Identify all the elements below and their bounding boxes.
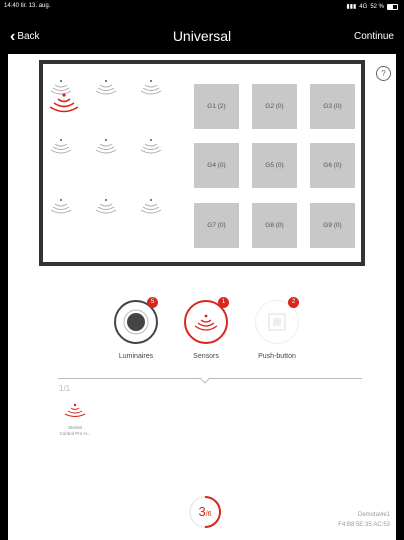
- status-time: 14:40 tir. 13. aug.: [4, 3, 51, 9]
- push-button-label: Push-button: [258, 353, 296, 360]
- sensor-icon[interactable]: [50, 138, 72, 154]
- sensor-icon[interactable]: [95, 138, 117, 154]
- device-info-name: Demotavle1: [357, 512, 390, 518]
- page-indicator: 1/1: [59, 384, 71, 393]
- sensor-icon[interactable]: [95, 79, 117, 95]
- signal-icon: ▮▮▮: [346, 4, 357, 10]
- group-tile-g2[interactable]: G2 (0): [252, 84, 297, 129]
- group-tile-g4[interactable]: G4 (0): [194, 143, 239, 188]
- help-button[interactable]: ?: [376, 66, 391, 81]
- group-tile-g8[interactable]: G8 (0): [252, 203, 297, 248]
- luminaires-label: Luminaires: [118, 353, 154, 360]
- sensor-icon[interactable]: [140, 198, 162, 214]
- luminaire-icon: [123, 309, 149, 335]
- sensor-icon[interactable]: [140, 138, 162, 154]
- sensors-label: Sensors: [193, 353, 219, 360]
- sensor-icon: [64, 403, 86, 417]
- sensor-icon: [194, 314, 218, 331]
- selection-pointer: [199, 372, 211, 384]
- push-button-count-badge: 2: [288, 297, 299, 308]
- sensor-selected-icon[interactable]: [49, 92, 79, 114]
- device-name-line2: Control Pro H...: [59, 431, 91, 436]
- navigation-bar: ‹ Back Universal Continue: [0, 14, 404, 54]
- step-counter: 3/6: [198, 504, 212, 519]
- battery-icon: [387, 3, 398, 10]
- group-tile-g3[interactable]: G3 (0): [310, 84, 355, 129]
- layout-frame: G1 (2) G2 (0) G3 (0) G4 (0) G5 (0) G6 (0…: [39, 60, 365, 266]
- network-type: 4G: [359, 3, 368, 10]
- group-tile-g7[interactable]: G7 (0): [194, 203, 239, 248]
- status-indicators: ▮▮▮ 4G 52 %: [346, 3, 398, 10]
- luminaires-count-badge: 5: [147, 297, 158, 308]
- step-progress[interactable]: 3/6: [188, 495, 222, 529]
- status-bar: 14:40 tir. 13. aug. ▮▮▮ 4G 52 %: [0, 0, 404, 14]
- continue-button[interactable]: Continue: [354, 31, 394, 42]
- group-tile-g1[interactable]: G1 (2): [194, 84, 239, 129]
- battery-percent: 52 %: [370, 3, 384, 10]
- sensor-icon[interactable]: [50, 198, 72, 214]
- device-tile[interactable]: Steinel Control Pro H...: [57, 400, 93, 437]
- sensor-icon[interactable]: [95, 198, 117, 214]
- group-tile-g5[interactable]: G5 (0): [252, 143, 297, 188]
- group-tile-g9[interactable]: G9 (0): [310, 203, 355, 248]
- sensor-icon[interactable]: [140, 79, 162, 95]
- main-sheet: ? G1 (2) G2 (0) G3 (0) G4 (0) G5 (0) G6 …: [8, 54, 396, 540]
- group-tile-g6[interactable]: G6 (0): [310, 143, 355, 188]
- sensors-count-badge: 1: [218, 297, 229, 308]
- page-title: Universal: [172, 28, 232, 44]
- device-info-mac: F4:B8:5E:35:AC:53: [338, 522, 390, 528]
- device-info: Demotavle1 F4:B8:5E:35:AC:53: [338, 510, 390, 530]
